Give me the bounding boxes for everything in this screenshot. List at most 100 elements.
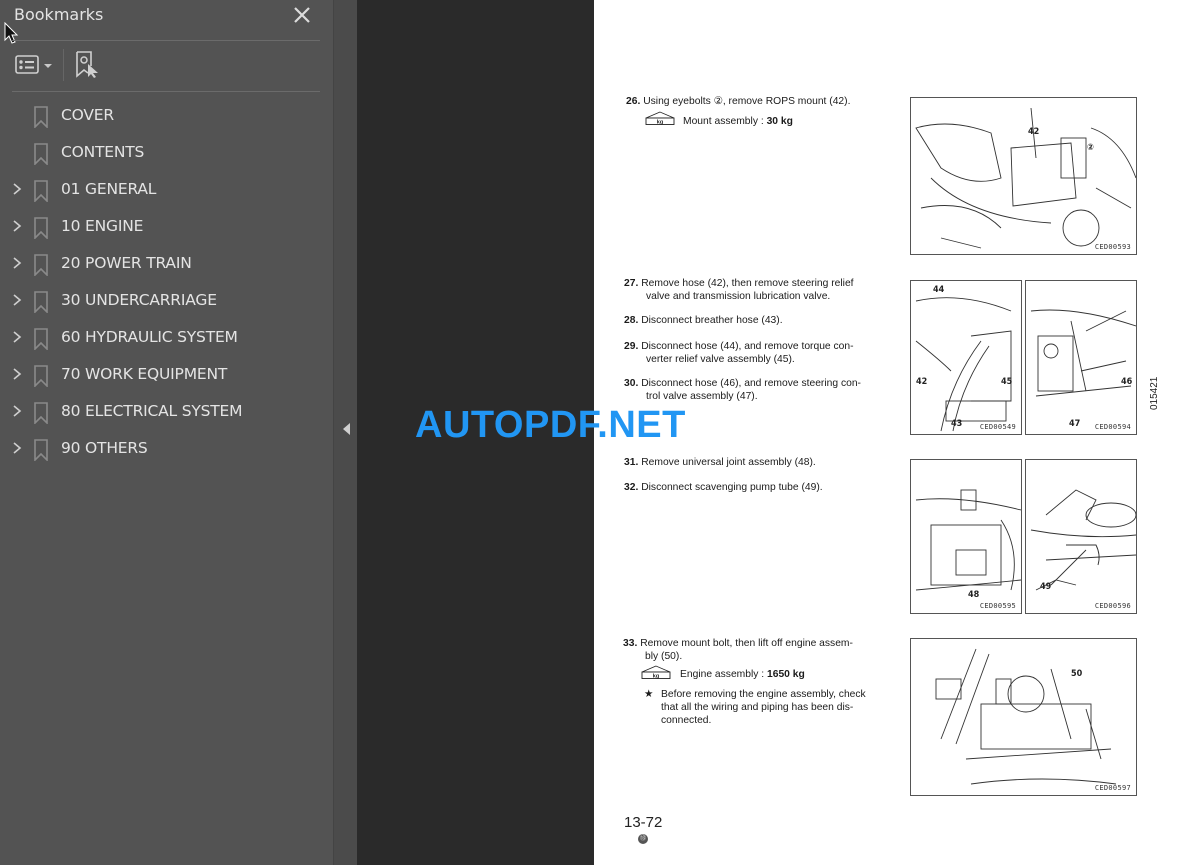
chevron-right-icon[interactable] [10,255,24,271]
bookmark-item-work-equipment[interactable]: 70 WORK EQUIPMENT [0,356,333,393]
figure-ced00549: 44 42 45 43 CED00549 [910,280,1022,435]
step-text-cont: valve and transmission lubrication valve… [646,291,831,302]
step-text: Remove mount bolt, then lift off engine … [640,638,853,649]
valve-illustration [1030,309,1136,397]
options-menu-button[interactable] [12,52,56,78]
chevron-right-icon[interactable] [10,292,24,308]
page-number: 13-72 [624,814,663,831]
figure-callout: 42 [916,377,928,387]
bookmark-icon [34,254,48,276]
step-text: Remove hose (42), then remove steering r… [641,278,854,289]
step-number: 33. [623,638,638,649]
figure-ced00595: 48 CED00595 [910,459,1022,614]
svg-text:kg: kg [653,674,659,680]
chevron-right-icon[interactable] [10,403,24,419]
toolbar-divider [63,49,64,81]
list-options-icon [15,55,39,74]
step-30: 30. Disconnect hose (46), and remove ste… [624,377,861,403]
chevron-right-icon[interactable] [10,440,24,456]
chevron-right-icon[interactable] [10,181,24,197]
figure-callout: 48 [968,590,980,600]
bookmark-label: 10 ENGINE [61,217,144,235]
bookmark-item-undercarriage[interactable]: 30 UNDERCARRIAGE [0,282,333,319]
weight-label: Engine assembly : [680,669,767,680]
bookmark-icon [34,439,48,461]
bookmark-label: 60 HYDRAULIC SYSTEM [61,328,238,346]
close-icon [294,7,310,23]
bookmark-item-others[interactable]: 90 OTHERS [0,430,333,467]
step-number: 28. [624,315,639,326]
figure-code: CED00596 [1094,602,1131,610]
note-line: Before removing the engine assembly, che… [661,689,866,700]
bookmark-icon [34,291,48,313]
find-current-bookmark-icon [76,51,98,78]
engine-lift-illustration [935,648,1117,785]
bookmark-icon [34,217,48,239]
step-text-cont: trol valve assembly (47). [646,391,758,402]
figure-ced00597: 50 CED00597 [910,638,1137,796]
step-number: 30. [624,378,639,389]
weight-kg-icon: kg [645,111,675,125]
bookmark-label: CONTENTS [61,143,145,161]
figure-code: CED00595 [979,602,1016,610]
bookmark-item-contents[interactable]: CONTENTS [0,134,333,171]
note-line: connected. [661,715,712,726]
bookmark-item-cover[interactable]: COVER [0,97,333,134]
bookmark-label: 70 WORK EQUIPMENT [61,365,228,383]
bookmark-label: 90 OTHERS [61,439,148,457]
bookmark-item-hydraulic-system[interactable]: 60 HYDRAULIC SYSTEM [0,319,333,356]
step-text-cont: verter relief valve assembly (45). [646,354,795,365]
figure-callout: 49 [1040,582,1052,592]
figure-callout: 50 [1071,669,1083,679]
bookmark-icon [34,328,48,350]
triangle-left-icon[interactable] [343,423,350,435]
page-mark-icon: ⑬ [638,834,648,844]
step-27: 27. Remove hose (42), then remove steeri… [624,277,854,303]
bookmark-icon [34,365,48,387]
engine-illustration [915,107,1136,249]
step-number: 27. [624,278,639,289]
figure-callout: 45 [1001,377,1013,387]
figure-callout: 47 [1069,419,1081,429]
caret-down-icon [44,64,52,68]
bookmark-item-engine[interactable]: 10 ENGINE [0,208,333,245]
bookmark-item-general[interactable]: 01 GENERAL [0,171,333,208]
find-current-bookmark-button[interactable] [74,50,102,80]
pdf-viewer-app: Bookmarks COVER CONTENTS 01 GENERAL 10 E… [0,0,1200,865]
bookmark-icon [34,106,48,128]
panel-header: Bookmarks [0,0,333,40]
step-33: 33. Remove mount bolt, then lift off eng… [623,637,853,663]
weight-value: 30 kg [766,116,793,127]
figure-callout: ② [1087,143,1094,153]
bookmark-label: 20 POWER TRAIN [61,254,192,272]
bookmark-list: COVER CONTENTS 01 GENERAL 10 ENGINE 20 P… [0,97,333,467]
figure-callout: 46 [1121,377,1133,387]
step-26: 26. Using eyebolts ②, remove ROPS mount … [626,95,850,108]
step-31: 31. Remove universal joint assembly (48)… [624,456,816,469]
chevron-right-icon[interactable] [10,366,24,382]
header-divider [12,40,320,41]
bookmark-icon [34,143,48,165]
panel-splitter[interactable] [333,0,357,865]
weight-mount-assembly: Mount assembly : 30 kg [683,116,793,127]
step-text-cont: bly (50). [645,651,683,662]
chevron-right-icon[interactable] [10,218,24,234]
watermark: AUTOPDF.NET [415,404,686,446]
bookmark-item-electrical-system[interactable]: 80 ELECTRICAL SYSTEM [0,393,333,430]
bookmarks-panel: Bookmarks COVER CONTENTS 01 GENERAL 10 E… [0,0,333,865]
figure-code: CED00593 [1094,243,1131,251]
chevron-right-icon[interactable] [10,329,24,345]
figure-callout: 42 [1028,127,1040,137]
figure-callout: 43 [951,419,963,429]
bookmark-icon [34,402,48,424]
panel-title: Bookmarks [14,5,104,24]
toolbar-divider-bottom [12,91,320,92]
bookmarks-toolbar [0,42,333,90]
step-text: Disconnect scavenging pump tube (49). [641,482,823,493]
bookmark-item-power-train[interactable]: 20 POWER TRAIN [0,245,333,282]
step-number: 31. [624,457,639,468]
figure-ced00596: 49 CED00596 [1025,459,1137,614]
figure-code: CED00597 [1094,784,1131,792]
close-panel-button[interactable] [290,3,314,27]
step-text: Remove universal joint assembly (48). [641,457,816,468]
